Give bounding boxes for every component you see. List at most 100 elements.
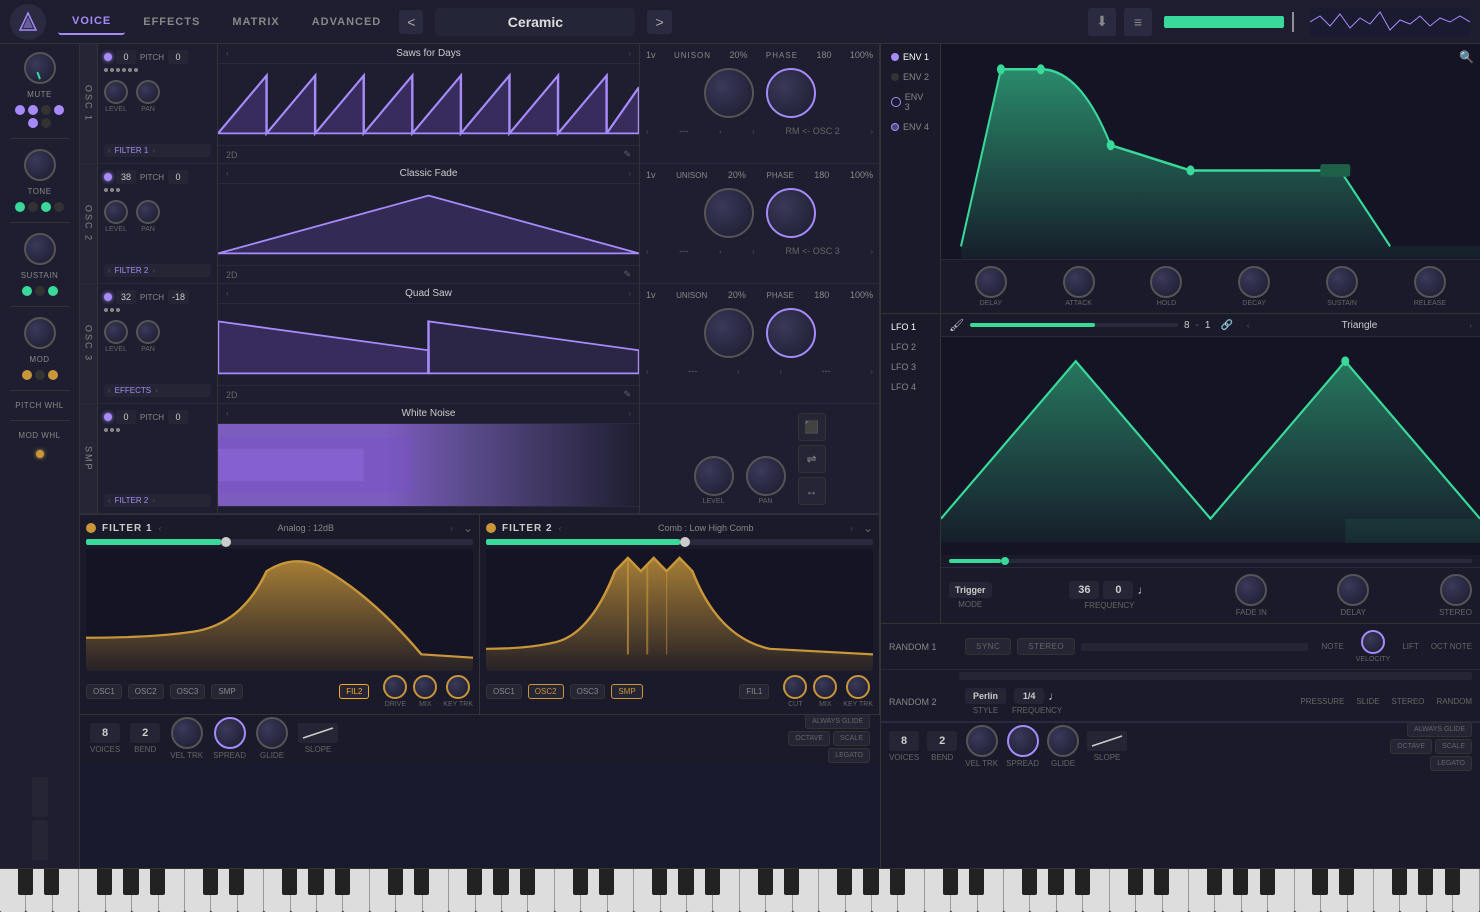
piano-keys[interactable]: // Generate piano keys const keys = docu… [0, 869, 1480, 912]
smp-shuffle-icon[interactable]: ⇌ [798, 445, 826, 473]
sidebar-knob-sustain[interactable] [24, 233, 56, 265]
osc1-edit-icon[interactable]: ✎ [623, 149, 631, 160]
filter2-osc2[interactable]: OSC2 [528, 684, 564, 699]
spread-knob2[interactable] [1007, 725, 1039, 757]
lfo-link-icon[interactable]: 🔗 [1220, 320, 1232, 331]
random1-stereo-btn[interactable]: STEREO [1017, 638, 1075, 655]
black-key-0-1[interactable] [44, 869, 59, 895]
black-key-4-0[interactable] [758, 869, 773, 895]
black-key-1-1[interactable] [229, 869, 244, 895]
env-decay-knob[interactable] [1238, 266, 1270, 298]
white-key-2-3[interactable] [449, 869, 475, 912]
legato-btn2[interactable]: LEGATO [1430, 756, 1472, 771]
white-key-4-3[interactable] [819, 869, 845, 912]
black-key-7-4[interactable] [1418, 869, 1433, 895]
black-key-1-0[interactable] [203, 869, 218, 895]
osc2-phase-knob[interactable] [766, 188, 816, 238]
filter2-cut-knob[interactable] [783, 675, 807, 699]
black-key-7-3[interactable] [1392, 869, 1407, 895]
mod-slider[interactable] [32, 820, 48, 860]
random2-note-icon[interactable]: ♩ [1048, 689, 1060, 703]
black-key-3-1[interactable] [599, 869, 614, 895]
black-key-1-4[interactable] [308, 869, 323, 895]
white-key-7-3[interactable] [1374, 869, 1400, 912]
osc2-pan-knob[interactable] [136, 200, 160, 224]
white-key-0-3[interactable] [79, 869, 105, 912]
lfo-rate-slider[interactable] [970, 323, 1178, 327]
menu-button[interactable]: ≡ [1124, 8, 1152, 36]
white-key-0-0[interactable] [0, 869, 26, 912]
black-key-0-5[interactable] [150, 869, 165, 895]
white-key-7-0[interactable] [1295, 869, 1321, 912]
scale-btn[interactable]: SCALE [833, 731, 870, 746]
black-key-6-1[interactable] [1154, 869, 1169, 895]
octave-btn[interactable]: OCTAVE [788, 731, 830, 746]
random1-sync-btn[interactable]: SYNC [965, 638, 1011, 655]
smp-enable[interactable] [104, 413, 112, 421]
lfo-delay-knob[interactable] [1337, 574, 1369, 606]
voices-val[interactable]: 8 [90, 723, 120, 743]
osc3-unison-knob[interactable] [704, 308, 754, 358]
random1-velocity-knob[interactable] [1361, 630, 1385, 654]
sidebar-knob-1[interactable] [24, 52, 56, 84]
filter1-slider[interactable] [86, 539, 473, 545]
env-attack-knob[interactable] [1063, 266, 1095, 298]
white-key-6-3[interactable] [1189, 869, 1215, 912]
lfo-paint-icon[interactable]: 🖌 [949, 318, 964, 332]
black-key-0-4[interactable] [123, 869, 138, 895]
slope-display[interactable] [298, 723, 338, 743]
lfo-pos-slider[interactable] [949, 559, 1472, 563]
always-glide-btn[interactable]: ALWAYS GLIDE [805, 714, 870, 729]
nav-tab-matrix[interactable]: MATRIX [218, 10, 293, 34]
osc3-edit-icon[interactable]: ✎ [623, 389, 631, 400]
env-hold-knob[interactable] [1150, 266, 1182, 298]
black-key-5-4[interactable] [1048, 869, 1063, 895]
lfo-tab-4[interactable]: LFO 4 [885, 378, 936, 396]
osc3-phase-knob[interactable] [766, 308, 816, 358]
lfo-freq-num[interactable]: 36 [1069, 581, 1099, 599]
black-key-6-3[interactable] [1207, 869, 1222, 895]
bend-val[interactable]: 2 [130, 723, 160, 743]
black-key-4-4[interactable] [863, 869, 878, 895]
filter1-drive-knob[interactable] [383, 675, 407, 699]
random2-freq-val[interactable]: 1/4 [1014, 688, 1044, 704]
filter1-keytrk-knob[interactable] [446, 675, 470, 699]
black-key-3-0[interactable] [573, 869, 588, 895]
black-key-0-3[interactable] [97, 869, 112, 895]
black-key-2-4[interactable] [493, 869, 508, 895]
filter2-fil1[interactable]: FIL1 [739, 684, 769, 699]
black-key-7-0[interactable] [1312, 869, 1327, 895]
osc3-filter-select[interactable]: ‹ EFFECTS › [104, 384, 211, 397]
white-key-5-0[interactable] [925, 869, 951, 912]
bend-num[interactable]: 2 [927, 731, 957, 751]
black-key-4-1[interactable] [784, 869, 799, 895]
preset-prev-button[interactable]: < [399, 10, 423, 34]
black-key-7-5[interactable] [1445, 869, 1460, 895]
lfo-fadein-knob[interactable] [1235, 574, 1267, 606]
smp-load-icon[interactable]: ⬛ [798, 413, 826, 441]
glide-knob[interactable] [256, 717, 288, 749]
smp-level-knob[interactable] [694, 456, 734, 496]
osc3-pitch-right[interactable]: -18 [168, 290, 189, 304]
osc1-pitch-left[interactable]: 0 [116, 50, 136, 64]
scale-btn2[interactable]: SCALE [1435, 739, 1472, 754]
filter2-smp[interactable]: SMP [611, 684, 642, 699]
lfo-stereo-knob[interactable] [1440, 574, 1472, 606]
lfo-tab-3[interactable]: LFO 3 [885, 358, 936, 376]
octave-btn2[interactable]: OCTAVE [1390, 739, 1432, 754]
env-sustain-knob[interactable] [1326, 266, 1358, 298]
filter2-keytrk-knob[interactable] [846, 675, 870, 699]
black-key-7-1[interactable] [1339, 869, 1354, 895]
black-key-4-3[interactable] [837, 869, 852, 895]
black-key-1-3[interactable] [282, 869, 297, 895]
env-release-knob[interactable] [1414, 266, 1446, 298]
random1-bar[interactable] [1081, 643, 1307, 651]
preset-next-button[interactable]: > [647, 10, 671, 34]
filter2-slider[interactable] [486, 539, 873, 545]
black-key-4-5[interactable] [890, 869, 905, 895]
osc3-enable[interactable] [104, 293, 112, 301]
veltrk-knob2[interactable] [966, 725, 998, 757]
white-key-3-3[interactable] [634, 869, 660, 912]
osc1-pan-knob[interactable] [136, 80, 160, 104]
env-tab-4[interactable]: ENV 4 [885, 118, 936, 136]
